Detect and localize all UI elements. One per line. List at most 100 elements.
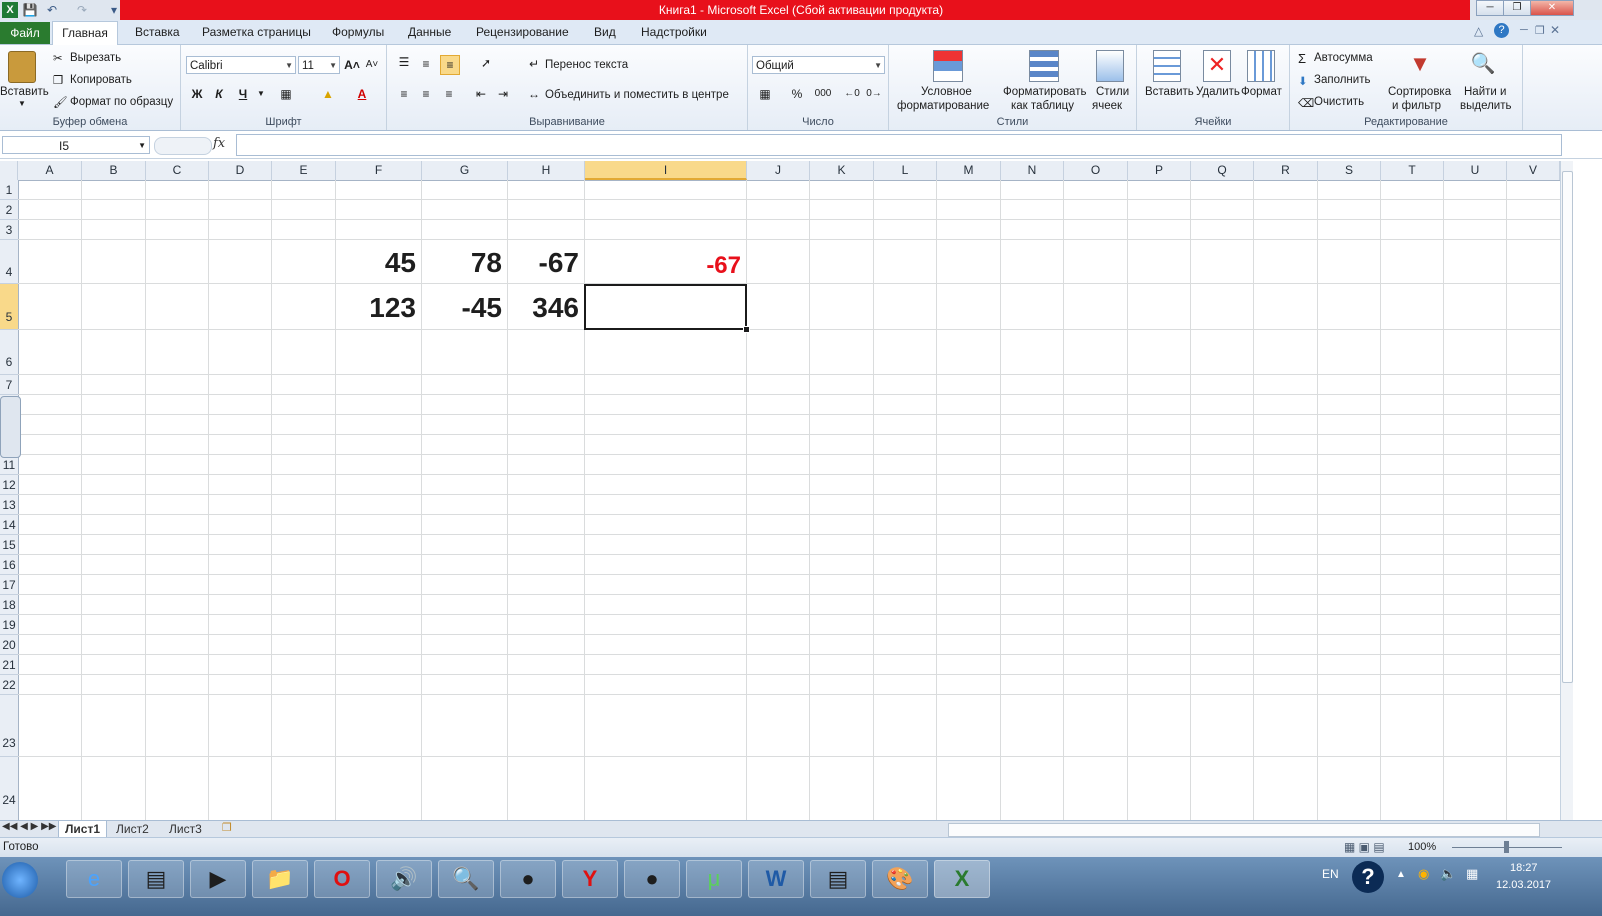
row-header-3[interactable]: 3 (0, 220, 18, 240)
tray-arrow-icon[interactable]: ▲ (1396, 869, 1406, 880)
wrap-text-button[interactable]: Перенос текста (545, 59, 628, 71)
decrease-decimal-icon[interactable]: 0→ (865, 85, 883, 103)
column-header-g[interactable]: G (422, 161, 508, 180)
help-tray-icon[interactable]: ? (1352, 861, 1384, 893)
autosum-icon[interactable]: Σ (1298, 51, 1306, 66)
row-header-11[interactable]: 11 (0, 455, 18, 475)
format-as-table-line2[interactable]: как таблицу (1011, 100, 1074, 112)
column-header-f[interactable]: F (336, 161, 422, 180)
notepad-taskbar-icon[interactable]: ▤ (128, 860, 184, 898)
underline-dropdown-icon[interactable]: ▼ (252, 85, 270, 103)
column-header-n[interactable]: N (1001, 161, 1064, 180)
column-header-v[interactable]: V (1507, 161, 1560, 180)
format-cells-button[interactable]: Формат (1241, 86, 1282, 98)
format-as-table-line1[interactable]: Форматировать (1003, 86, 1086, 98)
column-header-e[interactable]: E (272, 161, 336, 180)
tab-formulas[interactable]: Формулы (332, 25, 384, 39)
increase-decimal-icon[interactable]: ←0 (843, 85, 861, 103)
name-box[interactable]: I5 ▼ (2, 136, 150, 154)
column-header-o[interactable]: O (1064, 161, 1128, 180)
column-header-a[interactable]: A (18, 161, 82, 180)
borders-icon[interactable]: ▦ (277, 85, 295, 103)
row-header-18[interactable]: 18 (0, 595, 18, 615)
close-button[interactable]: ✕ (1530, 0, 1574, 16)
workbook-restore-icon[interactable]: ❐ (1535, 24, 1545, 37)
opera-taskbar-icon[interactable]: O (314, 860, 370, 898)
cell-g4[interactable]: 78 (422, 247, 502, 279)
minimize-ribbon-icon[interactable]: △ (1474, 24, 1483, 38)
bold-button[interactable]: Ж (188, 85, 206, 103)
redo-icon[interactable]: ↷ (74, 2, 90, 18)
row-header-12[interactable]: 12 (0, 475, 18, 495)
insert-sheet-icon[interactable]: ❐ (222, 821, 232, 834)
row-header-17[interactable]: 17 (0, 575, 18, 595)
align-center-icon[interactable]: ≡ (417, 85, 435, 103)
underline-button[interactable]: Ч (234, 85, 252, 103)
delete-cells-button[interactable]: Удалить (1196, 86, 1240, 98)
active-cell-i5[interactable] (584, 284, 750, 333)
copy-icon[interactable]: ❐ (53, 73, 63, 87)
find-select-line2[interactable]: выделить (1460, 100, 1512, 112)
column-header-u[interactable]: U (1444, 161, 1507, 180)
search-app-taskbar-icon[interactable]: 🔍 (438, 860, 494, 898)
row-header-1[interactable]: 1 (0, 180, 18, 200)
row-header-14[interactable]: 14 (0, 515, 18, 535)
fill-color-icon[interactable]: ▲ (319, 85, 337, 103)
row-header-15[interactable]: 15 (0, 535, 18, 555)
font-color-icon[interactable]: A (353, 85, 371, 103)
fill-handle[interactable] (743, 326, 750, 333)
find-select-icon[interactable]: 🔍 (1470, 50, 1496, 80)
network-icon[interactable]: ▦ (1466, 866, 1478, 882)
sort-filter-icon[interactable]: ▼ (1407, 50, 1433, 80)
row-header-4[interactable]: 4 (0, 240, 18, 284)
paste-dropdown-icon[interactable]: ▼ (18, 99, 26, 108)
find-select-line1[interactable]: Найти и (1464, 86, 1506, 98)
fill-button[interactable]: Заполнить (1314, 74, 1370, 86)
cell-styles-icon[interactable] (1096, 50, 1124, 82)
cut-button[interactable]: Вырезать (70, 52, 121, 64)
cell-styles-line2[interactable]: ячеек (1092, 100, 1122, 112)
cell-f5[interactable]: 123 (336, 292, 416, 324)
conditional-formatting-line2[interactable]: форматирование (897, 100, 989, 112)
sheet-tab-2[interactable]: Лист2 (110, 821, 155, 837)
row-header-21[interactable]: 21 (0, 655, 18, 675)
workbook-close-icon[interactable]: ✕ (1550, 23, 1560, 37)
tab-home[interactable]: Главная (52, 21, 118, 45)
zoom-slider-thumb[interactable] (1504, 841, 1509, 853)
vertical-scrollbar[interactable] (1560, 161, 1573, 820)
fill-icon[interactable]: ⬇ (1298, 74, 1308, 88)
orientation-icon[interactable]: ➚ (477, 54, 495, 72)
help-icon[interactable]: ? (1494, 23, 1509, 38)
restore-button[interactable]: ❐ (1503, 0, 1531, 16)
font-size-combo[interactable]: 11 ▼ (298, 56, 340, 74)
column-header-l[interactable]: L (874, 161, 937, 180)
conditional-formatting-icon[interactable] (933, 50, 963, 82)
chevron-down-icon[interactable]: ▼ (138, 137, 146, 155)
utorrent-taskbar-icon[interactable]: μ (686, 860, 742, 898)
column-header-c[interactable]: C (146, 161, 209, 180)
select-all-corner[interactable] (0, 161, 18, 180)
vertical-scroll-thumb[interactable] (1562, 171, 1573, 683)
ie-taskbar-icon[interactable]: e (66, 860, 122, 898)
merge-center-icon[interactable]: ↔ (525, 85, 543, 103)
view-buttons-icon[interactable]: ▦ ▣ ▤ (1344, 840, 1385, 854)
align-left-icon[interactable]: ≡ (395, 85, 413, 103)
start-button[interactable] (2, 862, 38, 898)
cell-h4[interactable]: -67 (508, 247, 579, 279)
word-taskbar-icon[interactable]: W (748, 860, 804, 898)
row-header-24[interactable]: 24 (0, 757, 18, 820)
cut-icon[interactable]: ✂ (53, 51, 63, 65)
save-icon[interactable]: 💾 (22, 2, 38, 18)
column-header-i[interactable]: I (585, 161, 747, 180)
undo-icon[interactable]: ↶ (44, 2, 60, 18)
customize-quick-access-icon[interactable]: ▾ (106, 2, 122, 18)
column-header-r[interactable]: R (1254, 161, 1318, 180)
volume-icon[interactable]: 🔈 (1440, 866, 1456, 882)
delete-cells-icon[interactable]: ✕ (1203, 50, 1231, 82)
paint-taskbar-icon[interactable]: 🎨 (872, 860, 928, 898)
column-header-s[interactable]: S (1318, 161, 1381, 180)
insert-cells-icon[interactable] (1153, 50, 1181, 82)
tab-data[interactable]: Данные (408, 25, 451, 39)
row-header-19[interactable]: 19 (0, 615, 18, 635)
cell-i4[interactable]: -67 (585, 252, 741, 280)
